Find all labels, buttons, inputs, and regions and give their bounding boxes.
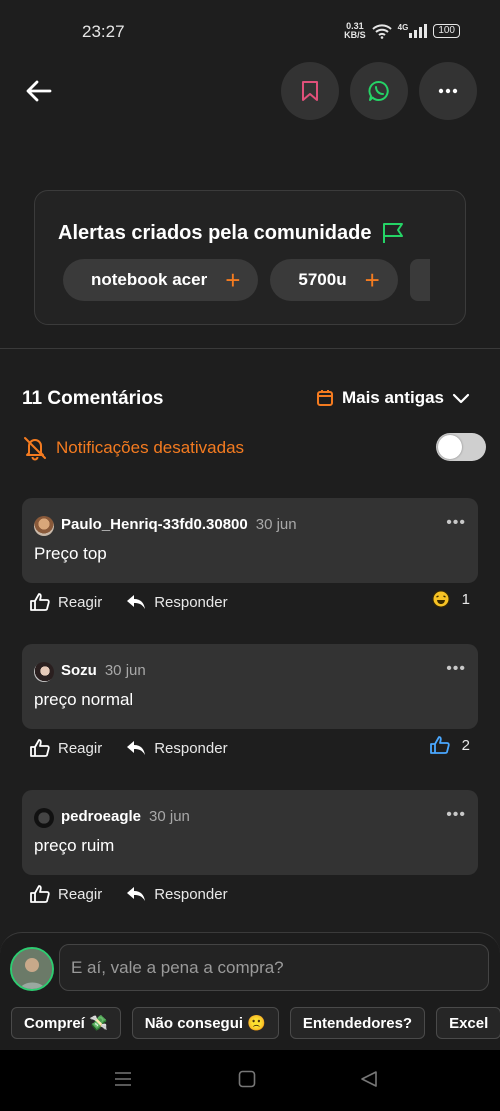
quick-reply-button[interactable]: Compreí 💸 — [11, 1007, 121, 1039]
status-bar: 23:27 0.31 KB/S 4G 100 — [0, 0, 500, 62]
top-nav — [0, 62, 500, 120]
comment-text: preço ruim — [34, 836, 115, 855]
system-navigation-bar — [0, 1050, 500, 1111]
battery-indicator: 100 — [433, 24, 460, 38]
status-time: 23:27 — [82, 22, 125, 41]
comment-card: Paulo_Henriq-33fd0.30800 30 jun ••• Preço… — [22, 498, 478, 583]
status-icons: 0.31 KB/S 4G 100 — [344, 22, 460, 40]
thumbs-up-blue-icon — [429, 736, 450, 754]
alerts-title: Alertas criados pela comunidade — [58, 221, 405, 245]
thumbs-up-icon — [30, 885, 50, 903]
quick-reply-button[interactable]: Excel — [436, 1007, 500, 1039]
reply-button[interactable]: Responder — [126, 886, 228, 903]
react-button[interactable]: Reagir — [30, 593, 102, 611]
toggle-knob — [438, 435, 462, 459]
quick-replies: Compreí 💸 Não consegui 🙁 Entendedores? E… — [11, 1007, 500, 1039]
alert-chip-5700u[interactable]: 5700u + — [270, 259, 398, 301]
back-arrow-icon — [26, 80, 52, 102]
back-button[interactable] — [20, 74, 58, 108]
notifications-toggle[interactable] — [436, 433, 486, 461]
comment-date: 30 jun — [149, 808, 190, 825]
plus-icon: + — [225, 265, 241, 295]
comment-user[interactable]: Paulo_Henriq-33fd0.30800 30 jun — [61, 516, 297, 533]
comment-actions: Reagir Responder — [30, 882, 470, 906]
wifi-icon — [371, 24, 392, 39]
reply-icon — [127, 887, 146, 901]
reaction-count: 2 — [461, 736, 470, 754]
notifications-row: Notificações desativadas — [22, 433, 486, 463]
comments-count: 11 Comentários — [22, 388, 164, 409]
sort-dropdown[interactable]: Mais antigas — [316, 388, 470, 408]
comment-user[interactable]: pedroeagle 30 jun — [61, 808, 190, 825]
quick-reply-button[interactable]: Entendedores? — [289, 1007, 426, 1039]
comment-actions: Reagir Responder 1 — [30, 590, 470, 614]
comment-card: pedroeagle 30 jun ••• preço ruim — [22, 790, 478, 875]
reply-icon — [127, 595, 146, 609]
avatar[interactable] — [10, 947, 54, 991]
comment-more-button[interactable]: ••• — [446, 660, 466, 678]
comment-date: 30 jun — [104, 662, 146, 679]
reply-button[interactable]: Responder — [126, 740, 228, 757]
reply-button[interactable]: Responder — [126, 594, 228, 611]
comment-actions: Reagir Responder 2 — [30, 736, 470, 760]
comment-date: 30 jun — [255, 516, 297, 533]
avatar[interactable] — [34, 516, 54, 536]
quick-reply-button[interactable]: Não consegui 🙁 — [131, 1007, 279, 1039]
avatar[interactable] — [34, 662, 54, 682]
whatsapp-share-button[interactable] — [350, 62, 408, 120]
signal-icon — [409, 24, 428, 38]
whatsapp-icon — [368, 81, 389, 101]
flag-icon — [383, 223, 404, 243]
back-triangle-icon[interactable] — [360, 1070, 378, 1088]
reply-icon — [127, 741, 146, 755]
alert-chips: notebook acer + 5700u + — [63, 259, 430, 301]
plus-icon: + — [364, 265, 380, 295]
menu-icon[interactable] — [114, 1070, 132, 1088]
network-speed: 0.31 KB/S — [344, 21, 366, 40]
bookmark-icon — [302, 81, 318, 101]
more-icon — [438, 88, 458, 94]
thumbs-up-icon — [30, 739, 50, 757]
section-divider — [0, 348, 500, 349]
community-alerts-card: Alertas criados pela comunidade notebook… — [34, 190, 466, 325]
thumbs-up-icon — [30, 593, 50, 611]
calendar-icon — [316, 390, 333, 406]
chevron-down-icon — [452, 393, 470, 404]
react-button[interactable]: Reagir — [30, 739, 102, 757]
comment-text: preço normal — [34, 690, 134, 709]
notifications-label: Notificações desativadas — [56, 438, 245, 457]
laughing-emoji-icon — [432, 590, 450, 608]
signal-label: 4G — [397, 22, 409, 32]
react-button[interactable]: Reagir — [30, 885, 102, 903]
avatar[interactable] — [34, 808, 54, 828]
bookmark-button[interactable] — [281, 62, 339, 120]
reaction-count: 1 — [461, 590, 470, 608]
reaction-summary[interactable]: 2 — [429, 736, 470, 754]
comment-more-button[interactable]: ••• — [446, 806, 466, 824]
reaction-summary[interactable]: 1 — [432, 590, 470, 608]
comment-text: Preço top — [34, 544, 107, 563]
alert-chip-notebook-acer[interactable]: notebook acer + — [63, 259, 259, 301]
comment-card: Sozu 30 jun ••• preço normal — [22, 644, 478, 729]
home-icon[interactable] — [238, 1070, 256, 1088]
more-options-button[interactable] — [419, 62, 477, 120]
comment-input[interactable]: E aí, vale a pena a compra? — [59, 944, 489, 991]
user-photo-icon — [12, 949, 52, 989]
comment-composer: E aí, vale a pena a compra? Compreí 💸 Nã… — [0, 932, 500, 1050]
alert-chip-partial[interactable] — [409, 259, 430, 301]
bell-off-icon — [24, 437, 46, 461]
comment-more-button[interactable]: ••• — [446, 514, 466, 532]
comment-user[interactable]: Sozu 30 jun — [61, 662, 146, 679]
